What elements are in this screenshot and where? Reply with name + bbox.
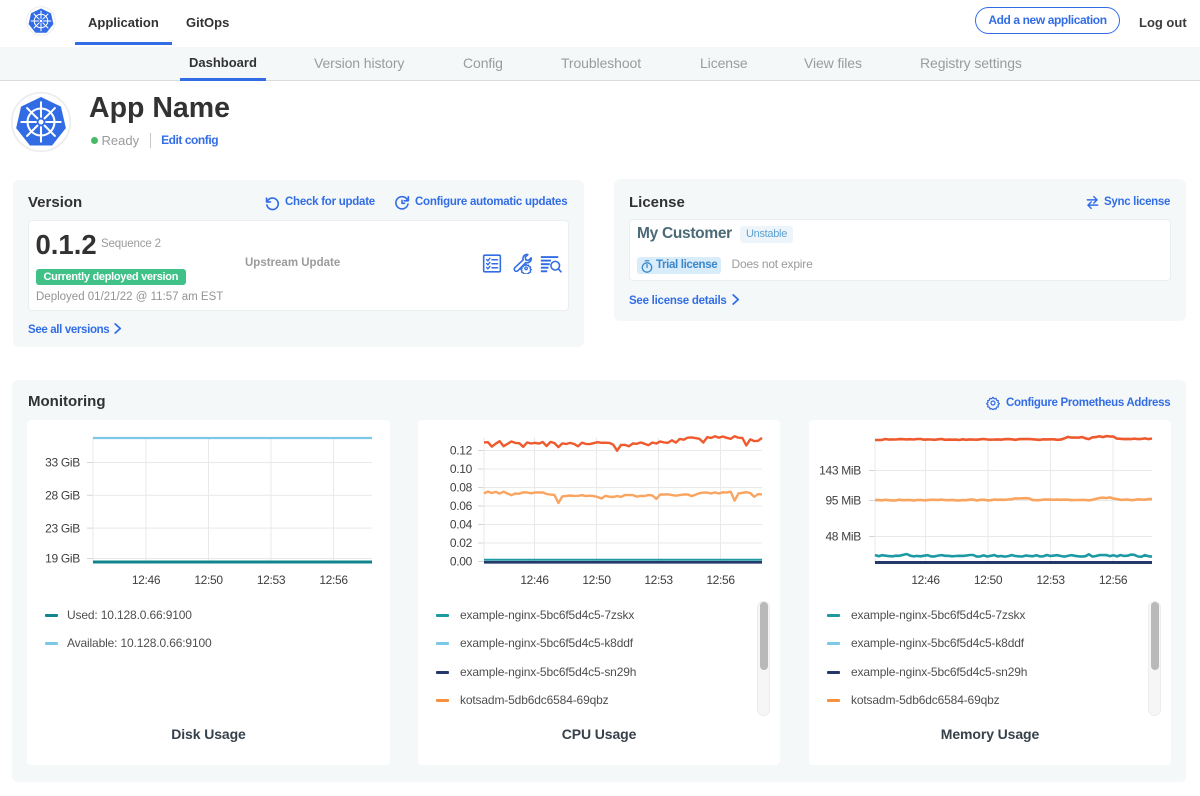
svg-text:0.02: 0.02 [450,536,473,550]
svg-text:12:46: 12:46 [911,573,940,587]
svg-text:143 MiB: 143 MiB [819,464,861,478]
svg-text:95 MiB: 95 MiB [825,494,861,508]
svg-text:12:46: 12:46 [132,573,161,587]
svg-text:0.08: 0.08 [450,481,473,495]
svg-text:0.12: 0.12 [450,444,473,458]
svg-text:12:50: 12:50 [582,573,611,587]
svg-text:12:53: 12:53 [257,573,286,587]
svg-text:12:56: 12:56 [1099,573,1128,587]
svg-text:28 GiB: 28 GiB [45,489,80,503]
svg-text:19 GiB: 19 GiB [45,552,80,566]
svg-text:12:50: 12:50 [974,573,1003,587]
svg-text:0.00: 0.00 [450,555,473,569]
svg-text:48 MiB: 48 MiB [825,530,861,544]
svg-text:12:53: 12:53 [644,573,673,587]
svg-text:12:46: 12:46 [520,573,549,587]
svg-text:23 GiB: 23 GiB [45,521,80,535]
svg-text:12:50: 12:50 [194,573,223,587]
svg-text:0.04: 0.04 [450,518,473,532]
svg-text:12:56: 12:56 [319,573,348,587]
svg-text:0.10: 0.10 [450,462,473,476]
svg-text:12:56: 12:56 [706,573,735,587]
svg-text:0.06: 0.06 [450,499,473,513]
svg-text:12:53: 12:53 [1036,573,1065,587]
svg-text:33 GiB: 33 GiB [45,456,80,470]
